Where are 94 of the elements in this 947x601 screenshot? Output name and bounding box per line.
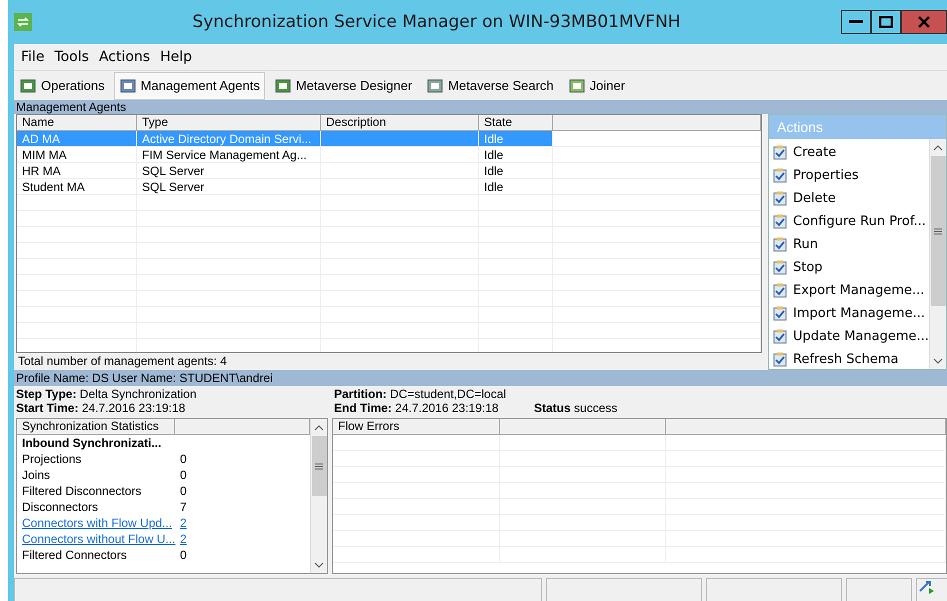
- clipboard-icon: [773, 191, 787, 206]
- statistic-value: 0: [179, 547, 188, 563]
- grip-icon: [315, 462, 323, 470]
- toolbar-button[interactable]: Operations: [14, 72, 110, 100]
- statistic-value: 0: [179, 451, 188, 467]
- minimize-icon: [849, 20, 863, 24]
- clipboard-icon: [773, 214, 787, 229]
- column-header[interactable]: Flow Errors: [333, 419, 500, 435]
- table-cell[interactable]: [321, 131, 479, 147]
- column-header[interactable]: Name: [17, 115, 137, 131]
- toolbar-button[interactable]: Metaverse Search: [421, 72, 559, 100]
- field-value: Delta Synchronization: [80, 387, 197, 401]
- statistic-value: 0: [179, 483, 188, 499]
- statistic-value: 0: [179, 467, 188, 483]
- maximize-button[interactable]: [871, 10, 901, 34]
- action-item[interactable]: Refresh Schema: [769, 348, 929, 369]
- toolbar-button[interactable]: Joiner: [562, 72, 630, 100]
- column-header[interactable]: Type: [137, 115, 321, 131]
- close-icon: [918, 16, 930, 28]
- column-header[interactable]: Synchronization Statistics: [17, 419, 175, 435]
- statistic-label: Inbound Synchronizati...: [21, 435, 162, 451]
- field-value: 24.7.2016 23:19:18: [395, 401, 499, 415]
- actions-title: Actions: [769, 115, 946, 139]
- action-item[interactable]: Stop: [769, 256, 929, 279]
- menu-item[interactable]: Actions: [94, 49, 156, 65]
- action-item[interactable]: Properties: [769, 164, 929, 187]
- section-header: Management Agents: [14, 100, 947, 114]
- field-value: 24.7.2016 23:19:18: [82, 401, 186, 415]
- field-value: DC=student,DC=local: [390, 387, 506, 401]
- statistic-label: Filtered Disconnectors: [21, 483, 142, 499]
- clipboard-icon: [773, 283, 787, 298]
- statistic-link[interactable]: 2: [175, 515, 310, 531]
- window-title: Synchronization Service Manager on WIN-93MB01MVFNH: [191, 12, 682, 32]
- table-cell[interactable]: [321, 147, 479, 163]
- close-button[interactable]: [901, 10, 947, 34]
- agent-icon: [19, 76, 37, 94]
- statistic-label: Disconnectors: [21, 499, 100, 515]
- table-cell[interactable]: HR MA: [17, 163, 137, 179]
- column-header[interactable]: Description: [321, 115, 479, 131]
- statistic-label: Joins: [21, 467, 52, 483]
- clipboard-icon: [773, 145, 787, 160]
- clipboard-icon: [773, 329, 787, 344]
- toolbar-button[interactable]: Metaverse Designer: [268, 72, 418, 100]
- action-item[interactable]: Create: [769, 141, 929, 164]
- table-cell[interactable]: Idle: [479, 163, 553, 179]
- column-header[interactable]: State: [479, 115, 553, 131]
- statistic-label: Filtered Connectors: [21, 547, 128, 563]
- action-item[interactable]: Configure Run Prof...: [769, 210, 929, 233]
- toolbar-button[interactable]: Management Agents: [114, 72, 265, 100]
- table-cell[interactable]: SQL Server: [137, 179, 321, 195]
- action-item[interactable]: Update Manageme...: [769, 325, 929, 348]
- field-value: success: [574, 401, 618, 415]
- statistic-link[interactable]: Connectors without Flow U...: [17, 531, 175, 547]
- table-cell[interactable]: Idle: [479, 147, 553, 163]
- menu-item[interactable]: File: [16, 49, 50, 65]
- clipboard-icon: [773, 352, 787, 367]
- table-cell[interactable]: SQL Server: [137, 163, 321, 179]
- table-cell[interactable]: FIM Service Management Ag...: [137, 147, 321, 163]
- scrollbar[interactable]: [929, 139, 946, 369]
- statistic-link[interactable]: 2: [175, 531, 310, 547]
- table-cell[interactable]: Student MA: [17, 179, 137, 195]
- agent-icon: [426, 76, 444, 94]
- field-label: End Time:: [334, 401, 392, 415]
- agent-icon: [568, 76, 586, 94]
- clipboard-icon: [773, 237, 787, 252]
- table-cell[interactable]: Idle: [479, 179, 553, 195]
- field-label: Status: [534, 401, 571, 415]
- menu-item[interactable]: Tools: [49, 49, 94, 65]
- field-label: Start Time:: [16, 401, 78, 415]
- maximize-icon: [879, 16, 893, 28]
- menu-item[interactable]: Help: [155, 49, 197, 65]
- profile-header: Profile Name: DS User Name: STUDENT\andrei: [14, 370, 947, 386]
- agent-count: Total number of management agents: 4: [17, 353, 228, 370]
- field-label: Partition:: [334, 387, 387, 401]
- statistic-label: Projections: [21, 451, 82, 467]
- action-item[interactable]: Export Manageme...: [769, 279, 929, 302]
- action-item[interactable]: Run: [769, 233, 929, 256]
- clipboard-icon: [773, 306, 787, 321]
- clipboard-icon: [773, 260, 787, 275]
- action-item[interactable]: Delete: [769, 187, 929, 210]
- table-cell[interactable]: MIM MA: [17, 147, 137, 163]
- scrollbar[interactable]: [310, 419, 327, 573]
- sync-icon: [917, 579, 935, 595]
- statistic-link[interactable]: Connectors with Flow Upd...: [17, 515, 175, 531]
- statistic-value: 7: [179, 499, 188, 515]
- field-label: Step Type:: [16, 387, 76, 401]
- action-item[interactable]: Import Manageme...: [769, 302, 929, 325]
- app-icon: [14, 13, 32, 31]
- agent-icon: [274, 76, 292, 94]
- minimize-button[interactable]: [841, 10, 871, 34]
- grip-icon: [934, 228, 942, 234]
- clipboard-icon: [773, 168, 787, 183]
- agent-icon: [118, 76, 137, 94]
- status-pane: [846, 578, 912, 601]
